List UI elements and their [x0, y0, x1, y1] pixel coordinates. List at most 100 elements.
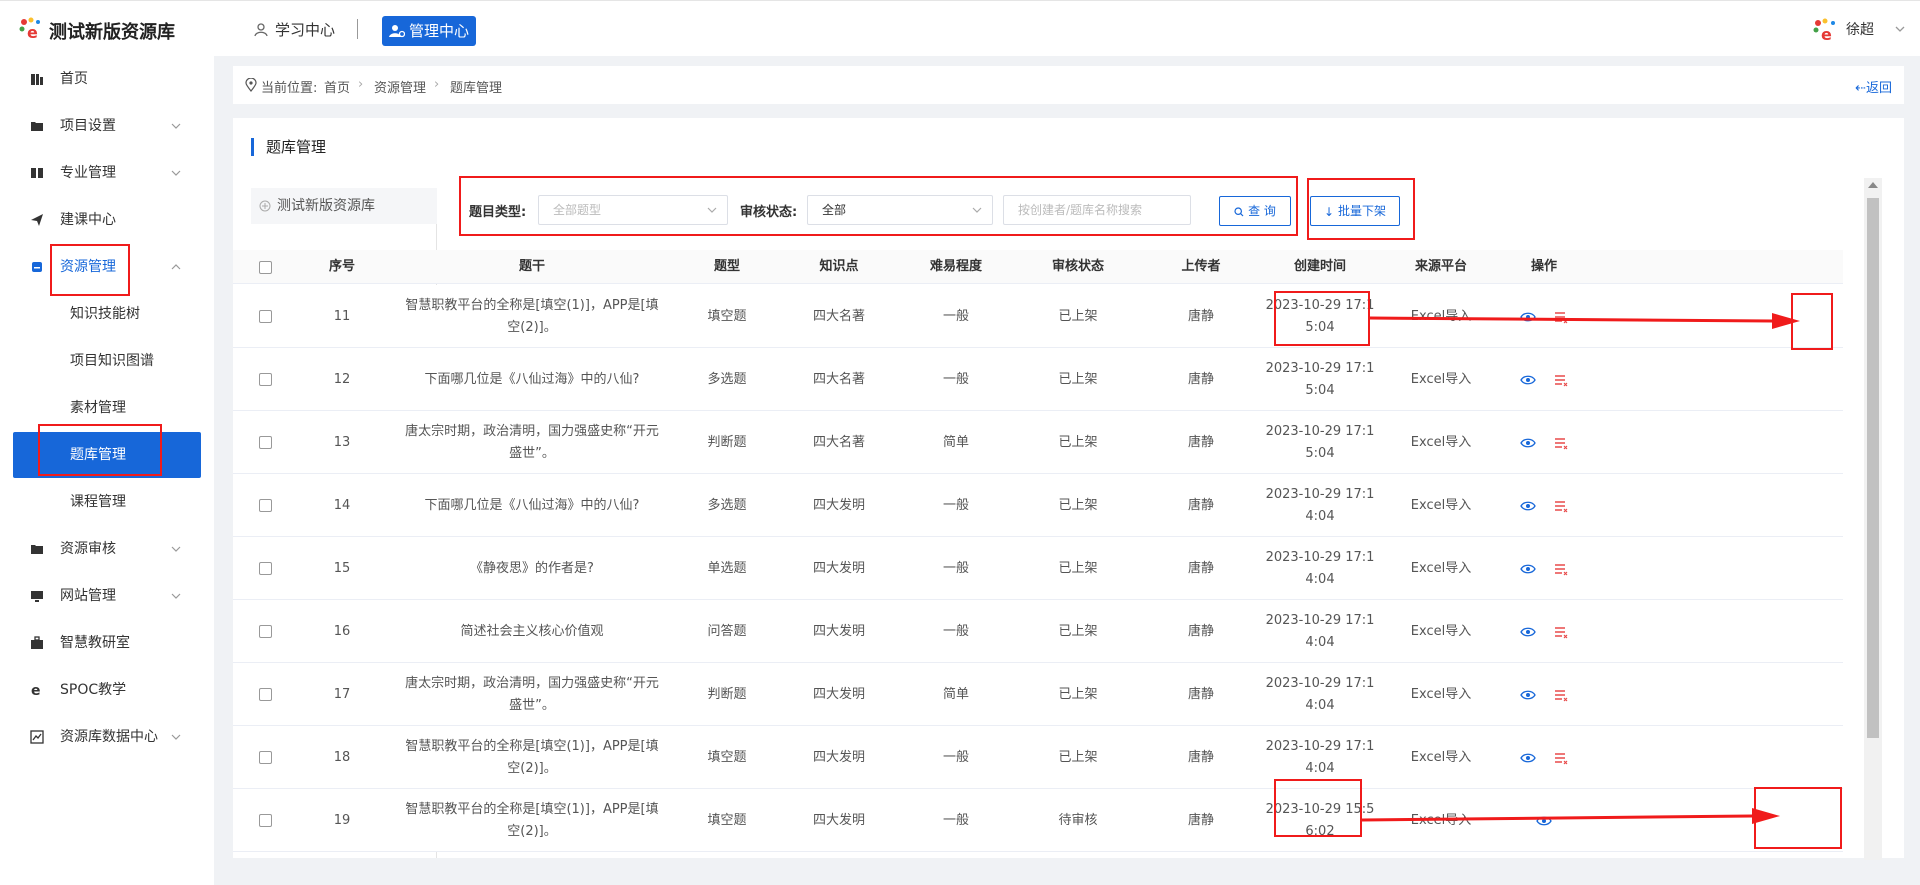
row-checkbox[interactable] — [258, 499, 272, 512]
search-input[interactable]: 按创建者/题库名称搜索 — [1003, 195, 1191, 225]
cell-source: Excel导入 — [1410, 371, 1472, 387]
cell-time: 2023-10-29 17:14:04 — [1265, 549, 1375, 587]
cell-no: 12 — [333, 371, 351, 387]
table-row: 17 唐太宗时期，政治清明，国力强盛史称“开元盛世”。 判断题 四大发明 简单 已上架 唐静… — [233, 663, 1843, 726]
cell-type: 多选题 — [707, 497, 747, 513]
unpublish-icon[interactable] — [1554, 625, 1568, 639]
sidebar-sub-knowledge-graph[interactable]: 项目知识图谱 — [0, 338, 214, 384]
sidebar-item-review[interactable]: 资源审核 — [0, 526, 214, 572]
cell-time: 2023-10-29 15:56:02 — [1265, 801, 1375, 839]
col-header: 操作 — [1530, 259, 1557, 274]
review-status-select[interactable]: 全部 — [807, 195, 993, 225]
view-icon[interactable] — [1520, 689, 1536, 701]
question-type-select[interactable]: 全部题型 — [538, 195, 728, 225]
row-checkbox[interactable] — [258, 625, 272, 638]
cell-stem: 下面哪几位是《八仙过海》中的八仙? — [424, 497, 640, 513]
row-checkbox[interactable] — [258, 814, 272, 827]
unpublish-icon[interactable] — [1554, 436, 1568, 450]
plus-circle-icon[interactable] — [259, 200, 271, 212]
scroll-up-icon[interactable] — [1868, 182, 1878, 188]
vertical-scrollbar[interactable] — [1864, 178, 1882, 860]
type-label: 题目类型: — [469, 205, 527, 220]
tree-item-label: 测试新版资源库 — [277, 198, 375, 214]
select-all-cell — [233, 250, 297, 284]
row-checkbox[interactable] — [258, 373, 272, 386]
row-checkbox[interactable] — [258, 562, 272, 575]
search-button[interactable]: 查 询 — [1219, 196, 1291, 226]
chevron-down-icon — [972, 207, 982, 213]
unpublish-icon[interactable] — [1554, 499, 1568, 513]
row-checkbox[interactable] — [258, 436, 272, 449]
sidebar-item-data-center[interactable]: 资源库数据中心 — [0, 714, 214, 760]
user-menu[interactable]: e 徐超 — [1812, 17, 1874, 43]
col-header: 题干 — [518, 259, 545, 274]
tree-item-bank[interactable]: 测试新版资源库 — [251, 188, 437, 224]
top-bar: e 测试新版资源库 学习中心 管理中心 e 徐超 — [0, 0, 1920, 56]
cell-no: 16 — [333, 623, 351, 639]
sidebar-item-major[interactable]: 专业管理 — [0, 150, 214, 196]
cell-time: 2023-10-29 17:14:04 — [1265, 675, 1375, 713]
sidebar-item-research[interactable]: 智慧教研室 — [0, 620, 214, 666]
unpublish-icon[interactable] — [1554, 751, 1568, 765]
unpublish-icon[interactable] — [1554, 310, 1568, 324]
cell-type: 多选题 — [707, 371, 747, 387]
sidebar-item-home[interactable]: 首页 — [0, 56, 214, 102]
table-row: 13 唐太宗时期，政治清明，国力强盛史称“开元盛世”。 判断题 四大名著 简单 已上架 唐静… — [233, 411, 1843, 474]
sidebar-item-resource[interactable]: 资源管理 — [0, 244, 214, 290]
cell-level: 一般 — [942, 560, 969, 576]
sidebar-item-label: 网站管理 — [60, 588, 116, 604]
cell-uploader: 唐静 — [1187, 371, 1214, 387]
view-icon[interactable] — [1520, 752, 1536, 764]
sidebar-item-spoc[interactable]: e SPOC教学 — [0, 667, 214, 713]
chevron-up-icon — [171, 264, 181, 270]
unpublish-icon[interactable] — [1554, 373, 1568, 387]
scrollbar-thumb[interactable] — [1867, 198, 1879, 738]
view-icon[interactable] — [1520, 311, 1536, 323]
cell-type: 填空题 — [707, 812, 747, 828]
row-checkbox[interactable] — [258, 751, 272, 764]
view-icon[interactable] — [1520, 563, 1536, 575]
sidebar-sub-knowledge-tree[interactable]: 知识技能树 — [0, 291, 214, 337]
row-checkbox[interactable] — [258, 310, 272, 323]
chevron-down-icon[interactable] — [1894, 23, 1906, 35]
view-icon[interactable] — [1536, 815, 1552, 827]
cell-stem: 下面哪几位是《八仙过海》中的八仙? — [424, 371, 640, 387]
cell-source: Excel导入 — [1410, 686, 1472, 702]
sidebar-item-website[interactable]: 网站管理 — [0, 573, 214, 619]
nav-admin-center[interactable]: 管理中心 — [382, 16, 476, 46]
cell-time: 2023-10-29 17:15:04 — [1265, 423, 1375, 461]
cell-uploader: 唐静 — [1187, 308, 1214, 324]
sidebar-item-project-settings[interactable]: 项目设置 — [0, 103, 214, 149]
row-checkbox[interactable] — [258, 688, 272, 701]
cell-status: 已上架 — [1058, 371, 1098, 387]
breadcrumb-resource[interactable]: 资源管理 — [374, 77, 426, 96]
cell-stem: 《静夜思》的作者是? — [470, 560, 594, 576]
select-all-checkbox[interactable] — [258, 260, 272, 274]
view-icon[interactable] — [1520, 500, 1536, 512]
sidebar-sub-course[interactable]: 课程管理 — [0, 479, 214, 525]
cell-level: 简单 — [942, 686, 969, 702]
row-select-cell — [233, 348, 297, 411]
breadcrumb-home[interactable]: 首页 — [324, 77, 350, 96]
sidebar-item-label: 专业管理 — [60, 165, 116, 181]
cell-level: 一般 — [942, 623, 969, 639]
arrow-left-icon: ⇠ — [1855, 81, 1866, 96]
batch-unpublish-button[interactable]: ↓ 批量下架 — [1310, 196, 1400, 226]
unpublish-icon[interactable] — [1554, 688, 1568, 702]
database-icon — [32, 262, 42, 272]
cell-kp: 四大名著 — [812, 434, 865, 450]
col-header: 上传者 — [1181, 259, 1221, 274]
cell-no: 14 — [333, 497, 351, 513]
view-icon[interactable] — [1520, 437, 1536, 449]
sidebar-item-course-build[interactable]: 建课中心 — [0, 197, 214, 243]
cell-status: 已上架 — [1058, 497, 1098, 513]
view-icon[interactable] — [1520, 626, 1536, 638]
view-icon[interactable] — [1520, 374, 1536, 386]
cell-stem: 智慧职教平台的全称是[填空(1)]，APP是[填空(2)]。 — [405, 801, 659, 839]
nav-learning-center[interactable]: 学习中心 — [253, 17, 335, 43]
app-title: 测试新版资源库 — [49, 22, 175, 43]
sidebar-sub-question-bank[interactable]: 题库管理 — [13, 432, 201, 478]
back-link[interactable]: ⇠返回 — [1855, 77, 1892, 96]
unpublish-icon[interactable] — [1554, 562, 1568, 576]
sidebar-sub-material[interactable]: 素材管理 — [0, 385, 214, 431]
